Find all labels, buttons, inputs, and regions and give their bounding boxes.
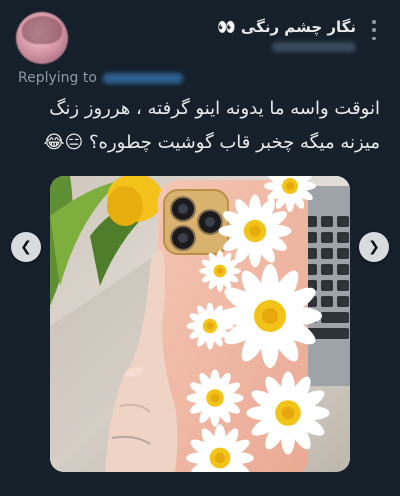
carousel-next-glyph: ❯ xyxy=(368,239,380,255)
more-vertical-icon[interactable] xyxy=(372,20,376,40)
phone-case-photo xyxy=(50,176,350,472)
chevron-right-icon[interactable]: ❯ xyxy=(359,232,389,262)
avatar[interactable] xyxy=(16,12,68,64)
replying-to: Replying to xyxy=(18,70,183,86)
tweet-media-image[interactable] xyxy=(50,176,350,472)
tweet-text: انوقت واسه ما یدونه اینو گرفته ، هرروز ز… xyxy=(20,92,380,160)
chevron-left-icon[interactable]: ❮ xyxy=(11,232,41,262)
reply-handle-redacted[interactable] xyxy=(102,72,183,84)
author-name[interactable]: نگار چشم رنگی 👀 xyxy=(217,18,356,36)
author-handle-redacted xyxy=(272,42,356,52)
tweet-text-line-1: انوقت واسه ما یدونه اینو گرفته ، هرروز ز… xyxy=(49,98,380,119)
replying-label: Replying to xyxy=(18,70,97,86)
tweet-header: نگار چشم رنگی 👀 xyxy=(0,0,400,64)
carousel-prev-glyph: ❮ xyxy=(20,239,32,255)
tweet-text-line-2: میزنه میگه چخبر قاب گوشیت چطوره؟ 😑😂 xyxy=(43,132,380,153)
author-name-text: نگار چشم رنگی 👀 xyxy=(217,18,356,36)
